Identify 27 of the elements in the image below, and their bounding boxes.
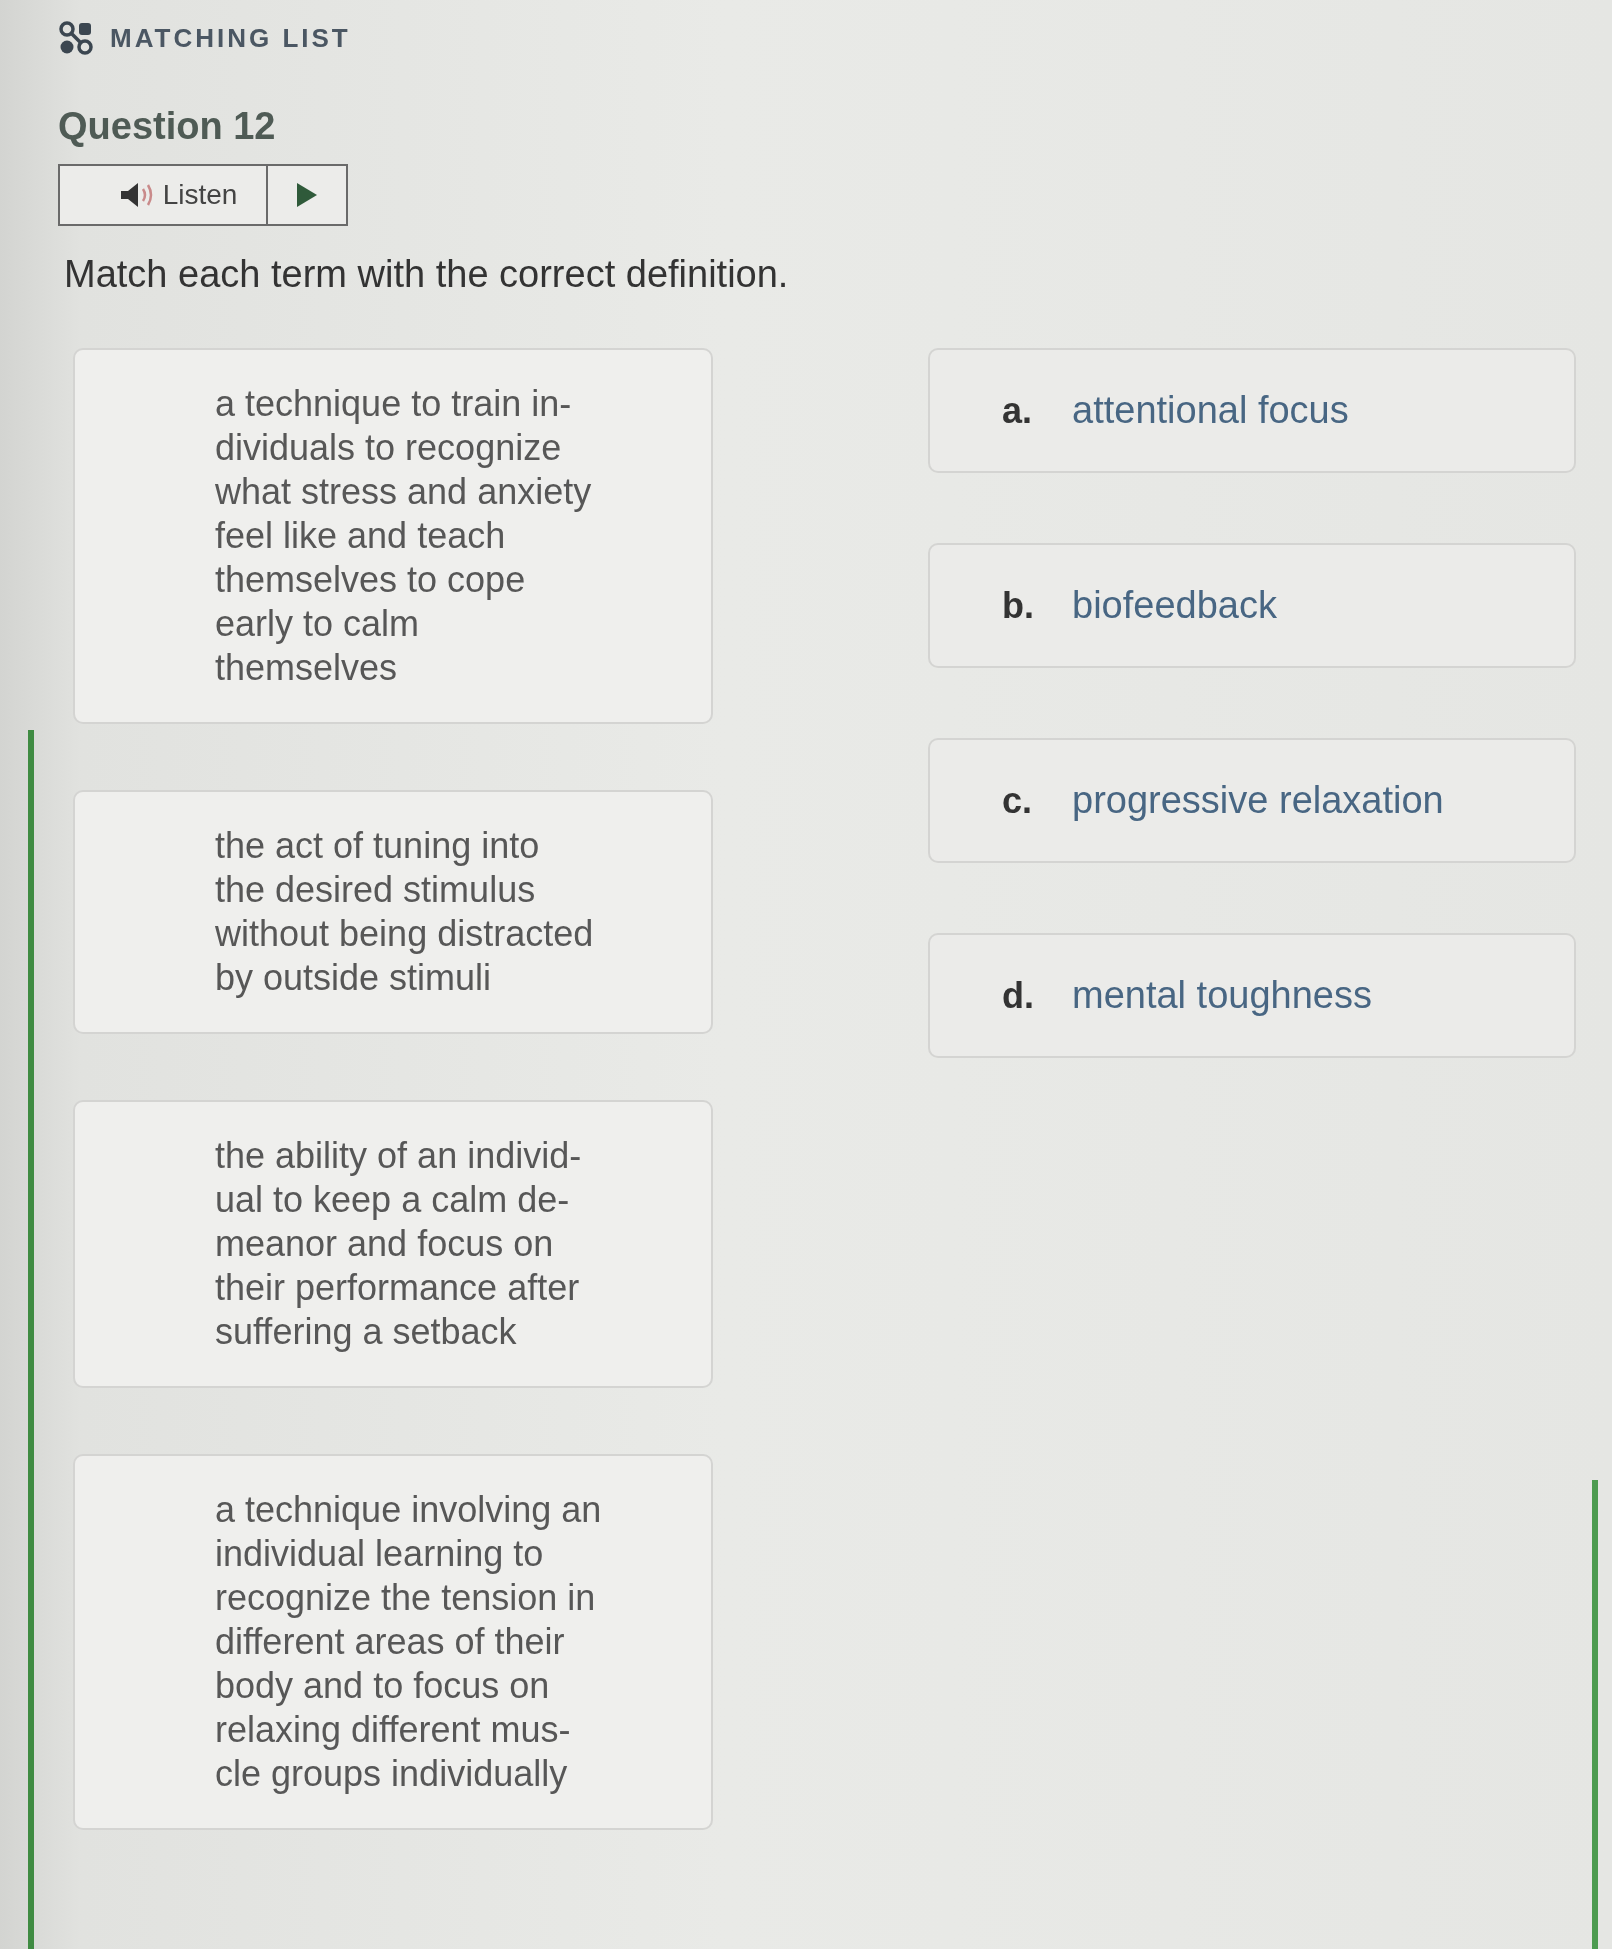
definition-text: a technique involving an individual learning to recognize the tension in different areas of their body and to focus on relaxing different mus- cle groups individually bbox=[215, 1488, 603, 1796]
activity-type-label: MATCHING LIST bbox=[110, 22, 351, 54]
speaker-icon bbox=[118, 181, 155, 209]
definition-card[interactable]: a technique involving an individual learning to recognize the tension in different areas of their body and to focus on relaxing different mus- cle groups individually bbox=[73, 1454, 713, 1830]
listen-button[interactable]: Listen bbox=[60, 166, 266, 224]
term-text: progressive relaxation bbox=[1072, 779, 1444, 822]
definition-card[interactable]: the act of tuning into the desired stimulus without being distracted by outside stimuli bbox=[73, 790, 713, 1034]
term-letter: d. bbox=[1002, 974, 1035, 1017]
definition-card[interactable]: a technique to train in- dividuals to recognize what stress and anxiety feel like and teach themselves to cope early to calm themselves bbox=[73, 348, 713, 724]
definition-card[interactable]: the ability of an individ- ual to keep a calm de- meanor and focus on their performance after suffering a setback bbox=[73, 1100, 713, 1388]
term-text: biofeedback bbox=[1072, 584, 1277, 627]
term-text: mental toughness bbox=[1072, 974, 1372, 1017]
term-letter: c. bbox=[1002, 779, 1034, 822]
term-card[interactable]: d. mental toughness bbox=[928, 933, 1576, 1058]
definition-text: a technique to train in- dividuals to recognize what stress and anxiety feel like and teach themselves to cope early to calm themselves bbox=[215, 382, 593, 690]
term-text: attentional focus bbox=[1072, 389, 1349, 432]
play-icon bbox=[297, 183, 317, 207]
definition-text: the act of tuning into the desired stimulus without being distracted by outside stimuli bbox=[215, 824, 595, 1000]
term-card[interactable]: b. biofeedback bbox=[928, 543, 1576, 668]
term-letter: a. bbox=[1002, 389, 1034, 432]
definition-text: the ability of an individ- ual to keep a calm de- meanor and focus on their performance after suffering a setback bbox=[215, 1134, 583, 1354]
question-title: Question 12 bbox=[58, 104, 277, 149]
term-letter: b. bbox=[1002, 584, 1035, 627]
matching-icon bbox=[58, 20, 94, 56]
question-prompt: Match each term with the correct definition. bbox=[64, 252, 790, 297]
term-card[interactable]: c. progressive relaxation bbox=[928, 738, 1576, 863]
term-card[interactable]: a. attentional focus bbox=[928, 348, 1576, 473]
